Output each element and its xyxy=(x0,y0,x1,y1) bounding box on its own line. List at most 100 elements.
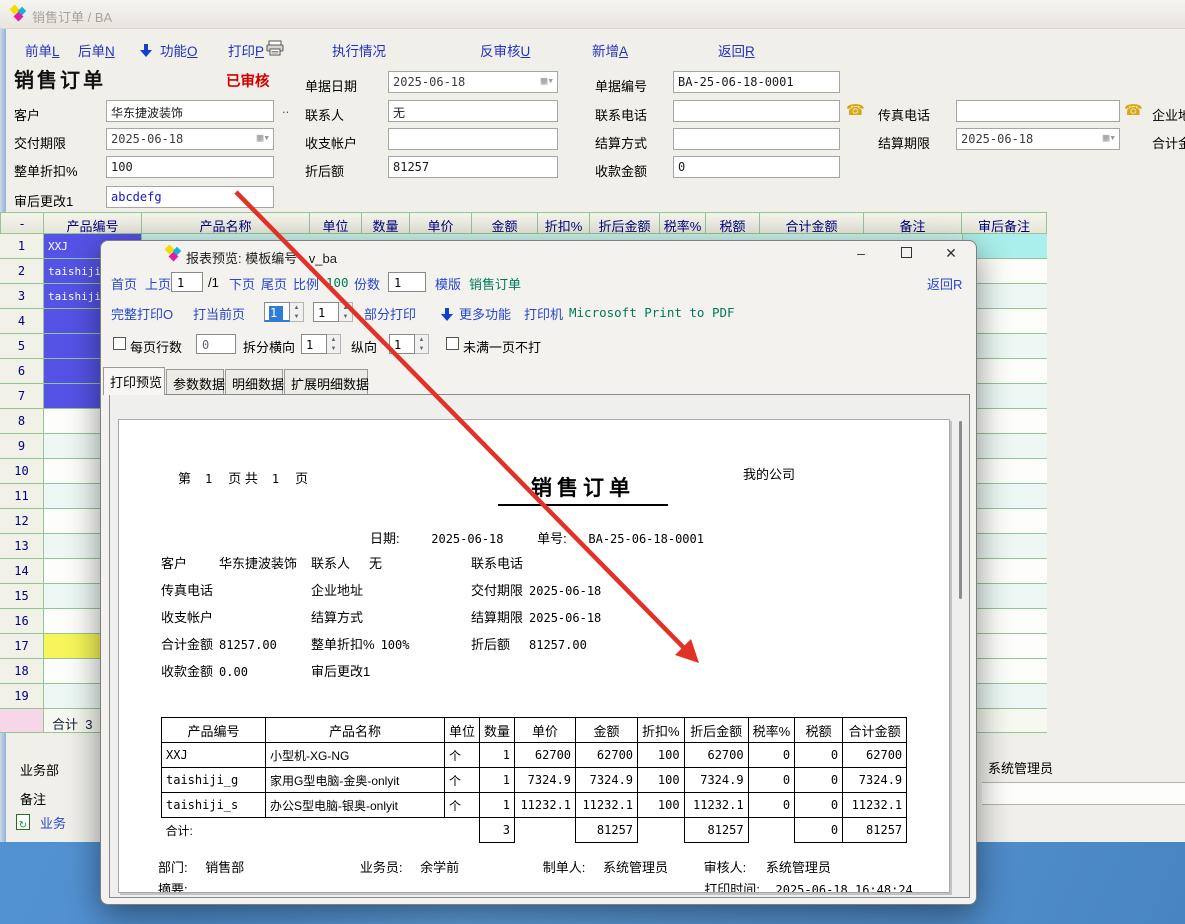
biz-refresh-icon[interactable]: ↻ xyxy=(16,812,30,830)
grid-header-amount[interactable]: 金额 xyxy=(472,212,538,234)
last-page-button[interactable]: 尾页 xyxy=(261,274,287,293)
app-icon xyxy=(10,6,26,22)
fax-field[interactable] xyxy=(956,100,1120,122)
page-count-text: /1 xyxy=(208,275,219,290)
fax-phone-icon[interactable]: ☎ xyxy=(1124,101,1143,119)
grid-header-qty[interactable]: 数量 xyxy=(362,212,410,234)
first-page-button[interactable]: 首页 xyxy=(111,274,137,293)
settle-field[interactable] xyxy=(673,128,840,150)
grid-header-taxrate[interactable]: 税率% xyxy=(660,212,706,234)
back-button[interactable]: 返回R xyxy=(718,40,755,60)
grid-header-tax[interactable]: 税额 xyxy=(706,212,760,234)
grid-header-discount[interactable]: 折扣% xyxy=(538,212,590,234)
preview-scrollbar[interactable] xyxy=(959,421,962,599)
close-icon[interactable]: ✕ xyxy=(936,245,966,265)
grid-header-name[interactable]: 产品名称 xyxy=(142,212,310,234)
doc-no-label: 单据编号 xyxy=(595,76,647,95)
grid-header-audit-note[interactable]: 审后备注 xyxy=(962,212,1047,234)
after-discount-field[interactable]: 81257 xyxy=(388,156,558,178)
tab-details[interactable]: 明细数据 xyxy=(225,369,283,394)
preview-date-row: 日期: 2025-06-18 单号: BA-25-06-18-0001 xyxy=(370,528,704,547)
dialog-app-icon xyxy=(165,246,181,262)
account-field[interactable] xyxy=(388,128,558,150)
split-v-stepper[interactable]: 1▲▼ xyxy=(389,334,429,354)
grid-header-price[interactable]: 单价 xyxy=(410,212,472,234)
preview-footer-row1: 部门: 销售部 业务员: 余学前 制单人: 系统管理员 审核人: 系统管理员 xyxy=(158,857,831,876)
grid-header-code[interactable]: 产品编号 xyxy=(44,212,142,234)
tab-print-preview[interactable]: 打印预览 xyxy=(103,367,165,395)
printer-select-button[interactable]: 打印机 xyxy=(524,304,563,323)
functions-button[interactable]: 功能O xyxy=(160,40,198,60)
status-input[interactable] xyxy=(982,782,1185,805)
customer-field[interactable]: 华东捷波装饰 xyxy=(106,100,274,122)
customer-browse-button[interactable]: .. xyxy=(282,101,289,116)
preview-field: 联系人无 xyxy=(311,553,471,580)
skip-partial-checkbox[interactable] xyxy=(446,337,459,350)
partial-print-button[interactable]: 部分打印 xyxy=(364,304,416,323)
received-field[interactable]: 0 xyxy=(673,156,840,178)
grid-header-total[interactable]: 合计金额 xyxy=(760,212,864,234)
biz-link[interactable]: 业务 xyxy=(40,813,66,832)
prev-page-button[interactable]: 上页 xyxy=(145,274,171,293)
add-new-label: 新增 xyxy=(592,44,619,59)
calendar-icon[interactable]: ▦▾ xyxy=(541,74,554,87)
from-page-value: 1 xyxy=(269,306,283,321)
prev-doc-button[interactable]: 前单L xyxy=(25,40,60,60)
doc-no-field[interactable]: BA-25-06-18-0001 xyxy=(673,71,840,93)
grid-header-after-discount[interactable]: 折后金额 xyxy=(590,212,660,234)
next-doc-button[interactable]: 后单N xyxy=(78,40,115,60)
rows-per-page-checkbox[interactable] xyxy=(113,337,126,350)
grid-header-note[interactable]: 备注 xyxy=(864,212,962,234)
full-print-button[interactable]: 完整打印O xyxy=(111,304,173,323)
doc-date-field[interactable]: 2025-06-18▦▾ xyxy=(388,71,558,93)
phone-field[interactable] xyxy=(673,100,840,122)
print-current-button[interactable]: 打当前页 xyxy=(193,304,245,323)
calendar-icon[interactable]: ▦▾ xyxy=(1103,131,1116,144)
tab-parameters[interactable]: 参数数据 xyxy=(166,369,224,394)
template-name: 销售订单 xyxy=(469,274,521,293)
printer-name: Microsoft Print to PDF xyxy=(569,305,735,320)
phone-icon[interactable]: ☎ xyxy=(846,101,865,119)
print-button[interactable]: 打印P xyxy=(228,40,264,60)
row-number: 14 xyxy=(0,559,44,583)
preview-field: 收支帐户 xyxy=(161,607,311,634)
add-new-button[interactable]: 新增A xyxy=(592,40,628,60)
preview-table-header-row: 产品编号产品名称单位数量单价金额折扣%折后金额税率%税额合计金额 xyxy=(162,718,907,743)
from-page-stepper[interactable]: 1▲▼ xyxy=(264,302,304,322)
grid-total-label: 合计 xyxy=(52,717,78,732)
calendar-icon[interactable]: ▦▾ xyxy=(257,131,270,144)
grid-header-unit[interactable]: 单位 xyxy=(310,212,362,234)
discount-field[interactable]: 100 xyxy=(106,156,274,178)
row-number: 12 xyxy=(0,509,44,533)
maximize-icon[interactable] xyxy=(891,245,921,265)
to-page-value: 1 xyxy=(313,302,339,322)
customer-value: 华东捷波装饰 xyxy=(111,106,183,120)
copies-input[interactable]: 1 xyxy=(388,272,426,292)
preview-field: 企业地址 xyxy=(311,580,471,607)
scale-button[interactable]: 比例 xyxy=(293,274,319,293)
split-h-stepper[interactable]: 1▲▼ xyxy=(301,334,341,354)
minimize-icon[interactable]: – xyxy=(846,245,876,265)
exec-status-button[interactable]: 执行情况 xyxy=(332,40,386,60)
add-new-hotkey: A xyxy=(619,44,628,59)
preview-table-row: XXJ小型机-XG-NG个16270062700100627000062700 xyxy=(162,743,907,768)
template-button[interactable]: 模版 xyxy=(435,274,461,293)
printer-icon[interactable] xyxy=(266,40,284,61)
deliver-field[interactable]: 2025-06-18▦▾ xyxy=(106,128,274,150)
row-number: 19 xyxy=(0,684,44,708)
preview-no-value: BA-25-06-18-0001 xyxy=(588,532,704,546)
grid-header-minus[interactable]: - xyxy=(0,212,44,234)
next-page-button[interactable]: 下页 xyxy=(229,274,255,293)
rows-per-page-input[interactable]: 0 xyxy=(196,334,236,354)
more-functions-button[interactable]: 更多功能 xyxy=(459,304,511,323)
unapprove-button[interactable]: 反审核U xyxy=(480,40,530,60)
post-edit-field[interactable]: abcdefg xyxy=(106,186,274,208)
contact-field[interactable]: 无 xyxy=(388,100,558,122)
to-page-stepper[interactable]: 1▲▼ xyxy=(313,302,353,322)
tab-extended-details[interactable]: 扩展明细数据 xyxy=(284,369,368,394)
term-field[interactable]: 2025-06-18▦▾ xyxy=(956,128,1120,150)
page-number-input[interactable]: 1 xyxy=(171,272,203,292)
row-number: 7 xyxy=(0,384,44,408)
dialog-back-button[interactable]: 返回R xyxy=(927,274,962,293)
copies-button[interactable]: 份数 xyxy=(354,274,380,293)
